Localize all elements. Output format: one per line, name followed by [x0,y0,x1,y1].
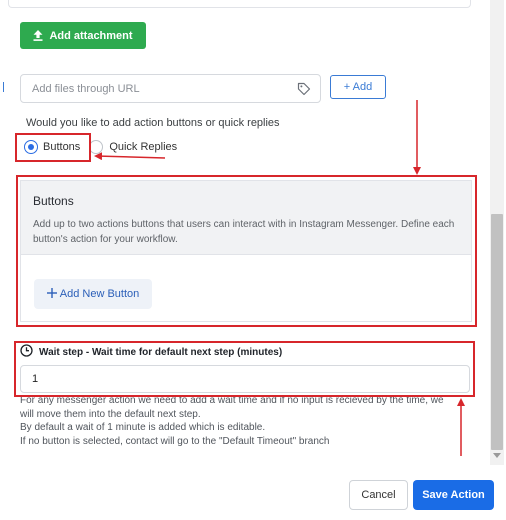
vertical-scrollbar[interactable] [490,0,504,465]
radio-quick-replies-label: Quick Replies [109,141,178,153]
action-form-scroll-area: Add attachment Add files through URL + A… [0,0,490,462]
radio-quick-replies[interactable] [89,140,104,154]
tag-icon[interactable] [297,82,311,101]
cancel-button[interactable]: Cancel [349,480,408,510]
file-url-placeholder: Add files through URL [32,83,140,95]
save-action-button[interactable]: Save Action [413,480,494,510]
scroll-down-arrow-icon[interactable] [493,453,501,458]
scrollbar-thumb[interactable] [491,214,503,450]
help-line-2: By default a wait of 1 minute is added w… [20,422,266,433]
upload-icon [33,30,43,41]
highlight-buttons-radio [15,133,91,162]
radio-option-quick-replies[interactable]: Quick Replies [89,140,177,154]
file-url-input[interactable]: Add files through URL [20,74,321,103]
previous-card-edge [8,0,471,8]
action-type-question: Would you like to add action buttons or … [26,117,280,129]
help-line-3: If no button is selected, contact will g… [20,435,330,447]
highlight-wait-step [14,341,475,397]
modal-footer: Cancel Save Action [0,465,506,520]
wait-step-help-text: For any messenger action we need to add … [20,394,460,448]
add-url-button[interactable]: + Add [330,75,386,99]
left-edge-marker [3,82,4,92]
add-attachment-button[interactable]: Add attachment [20,22,146,49]
help-line-1: For any messenger action we need to add … [20,395,444,420]
highlight-buttons-section [16,175,477,327]
add-attachment-label: Add attachment [49,29,133,42]
